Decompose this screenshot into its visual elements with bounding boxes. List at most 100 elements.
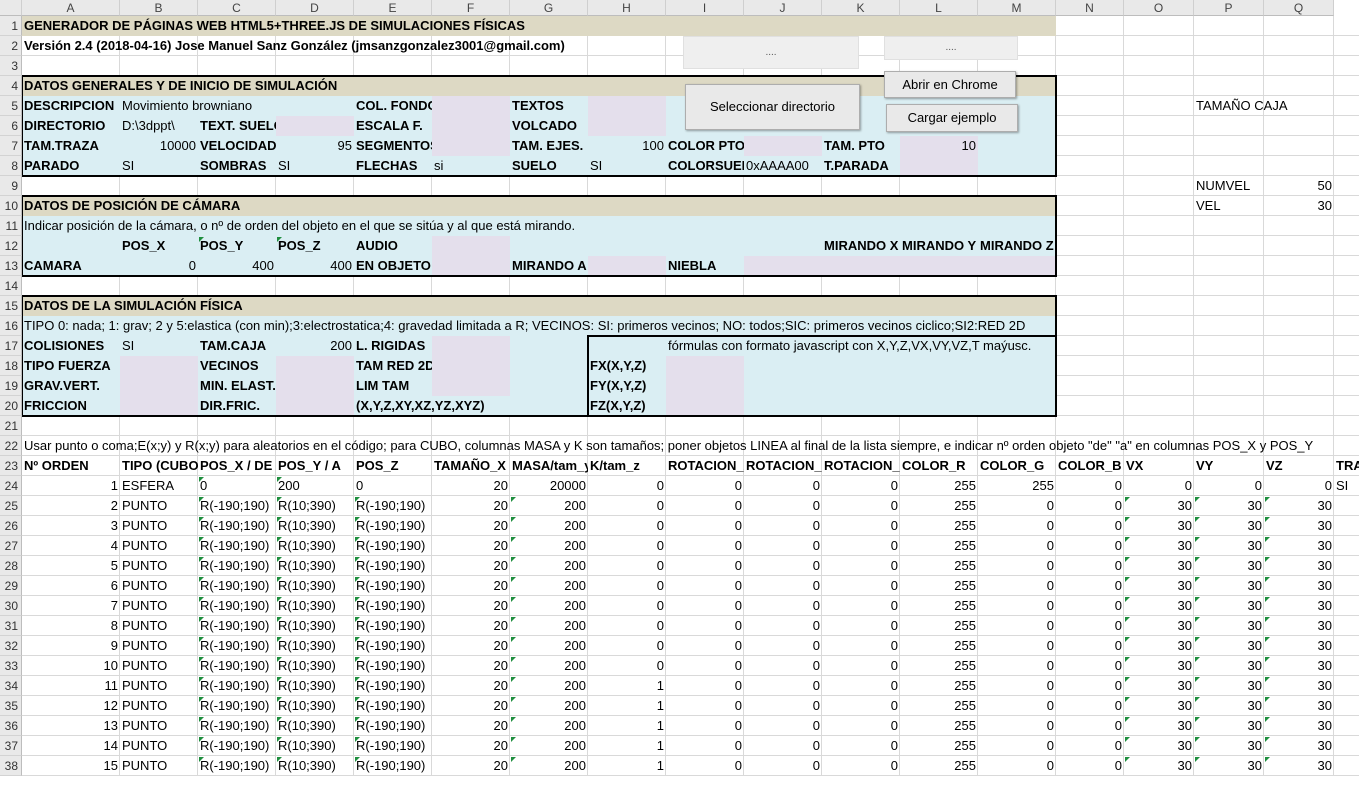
cell-C18[interactable]: VECINOS (198, 356, 276, 376)
table-cell[interactable]: 200 (510, 536, 588, 556)
table-cell[interactable]: 30 (1264, 596, 1334, 616)
row-header-13[interactable]: 13 (0, 256, 22, 276)
cell-G13[interactable]: MIRANDO A (510, 256, 588, 276)
row-header-19[interactable]: 19 (0, 376, 22, 396)
table-cell[interactable]: 30 (1194, 596, 1264, 616)
table-cell[interactable]: 200 (510, 696, 588, 716)
row-header-18[interactable]: 18 (0, 356, 22, 376)
table-cell[interactable]: 0 (666, 676, 744, 696)
table-cell[interactable]: 0 (1056, 516, 1124, 536)
table-cell[interactable]: 0 (1264, 476, 1334, 496)
table-cell[interactable]: R(-190;190) (198, 596, 276, 616)
table-cell[interactable]: 0 (822, 476, 900, 496)
row-header-15[interactable]: 15 (0, 296, 22, 316)
table-cell[interactable]: 0 (666, 696, 744, 716)
table-cell[interactable]: 12 (22, 696, 120, 716)
cell-C12[interactable]: POS_Y (198, 236, 276, 256)
input-cell[interactable] (432, 136, 510, 156)
table-cell[interactable]: 30 (1194, 536, 1264, 556)
input-cell[interactable] (432, 376, 510, 396)
table-cell[interactable]: 200 (510, 556, 588, 576)
table-cell[interactable]: 0 (744, 536, 822, 556)
table-cell[interactable]: 0 (666, 716, 744, 736)
table-cell[interactable]: 0 (588, 576, 666, 596)
cell-I23[interactable]: ROTACION_X (666, 456, 744, 476)
column-header-A[interactable]: A (22, 0, 120, 16)
table-cell[interactable]: ESFERA (120, 476, 198, 496)
table-cell[interactable]: 20000 (510, 476, 588, 496)
table-cell[interactable]: PUNTO (120, 716, 198, 736)
table-cell[interactable]: 1 (588, 696, 666, 716)
row-header-36[interactable]: 36 (0, 716, 22, 736)
cell-K23[interactable]: ROTACION_Z (822, 456, 900, 476)
cell-J8[interactable]: 0xAAAA00 (744, 156, 822, 176)
cell-K8[interactable]: T.PARADA (822, 156, 900, 176)
table-cell[interactable]: 30 (1194, 696, 1264, 716)
table-cell[interactable]: 30 (1194, 556, 1264, 576)
cell-Q9[interactable]: 50 (1264, 176, 1334, 196)
table-cell[interactable]: 30 (1124, 636, 1194, 656)
cell-I8[interactable]: COLORSUELO (666, 156, 744, 176)
input-cell[interactable] (120, 396, 198, 416)
table-cell[interactable]: R(-190;190) (198, 656, 276, 676)
cell-C17[interactable]: TAM.CAJA (198, 336, 276, 356)
table-cell[interactable]: 20 (432, 556, 510, 576)
table-cell[interactable]: 0 (744, 696, 822, 716)
table-cell[interactable]: 255 (900, 756, 978, 776)
input-cell[interactable] (744, 256, 822, 276)
input-cell[interactable] (900, 256, 978, 276)
table-cell[interactable]: 30 (1194, 576, 1264, 596)
table-cell[interactable]: 30 (1124, 656, 1194, 676)
table-cell[interactable]: 0 (1056, 736, 1124, 756)
table-cell[interactable]: PUNTO (120, 736, 198, 756)
table-cell[interactable]: 20 (432, 616, 510, 636)
table-cell[interactable]: 255 (900, 736, 978, 756)
table-cell[interactable]: 0 (666, 496, 744, 516)
column-header-C[interactable]: C (198, 0, 276, 16)
table-cell[interactable]: 255 (978, 476, 1056, 496)
table-cell[interactable] (1334, 696, 1359, 716)
cell-D7[interactable]: 95 (276, 136, 354, 156)
table-cell[interactable]: 0 (978, 696, 1056, 716)
row-header-1[interactable]: 1 (0, 16, 22, 36)
table-cell[interactable]: PUNTO (120, 636, 198, 656)
cell-B7[interactable]: 10000 (120, 136, 198, 156)
table-cell[interactable]: 30 (1124, 676, 1194, 696)
table-cell[interactable]: 6 (22, 576, 120, 596)
cell-E20[interactable]: (X,Y,Z,XY,XZ,YZ,XYZ) (354, 396, 1359, 416)
table-cell[interactable]: 0 (744, 736, 822, 756)
table-cell[interactable]: 200 (510, 756, 588, 776)
table-cell[interactable]: 0 (744, 496, 822, 516)
table-cell[interactable]: 0 (666, 536, 744, 556)
table-cell[interactable]: 0 (666, 556, 744, 576)
cell-G8[interactable]: SUELO (510, 156, 588, 176)
table-cell[interactable] (1334, 616, 1359, 636)
input-cell[interactable] (666, 376, 744, 396)
table-cell[interactable]: R(10;390) (276, 536, 354, 556)
input-cell[interactable] (120, 356, 198, 376)
column-header-E[interactable]: E (354, 0, 432, 16)
cell-Q23[interactable]: VZ (1264, 456, 1334, 476)
input-cell[interactable] (900, 156, 978, 176)
cell-M12[interactable]: MIRANDO Z (978, 236, 1056, 256)
cell-A15[interactable]: DATOS DE LA SIMULACIÓN FÍSICA (22, 296, 1359, 316)
table-cell[interactable]: 11 (22, 676, 120, 696)
table-cell[interactable]: 30 (1194, 656, 1264, 676)
table-cell[interactable]: 30 (1194, 496, 1264, 516)
table-cell[interactable]: R(-190;190) (198, 716, 276, 736)
table-cell[interactable]: 255 (900, 696, 978, 716)
input-cell[interactable] (588, 116, 666, 136)
table-cell[interactable]: 255 (900, 616, 978, 636)
cell-C8[interactable]: SOMBRAS (198, 156, 276, 176)
input-cell[interactable] (276, 396, 354, 416)
table-cell[interactable]: 200 (510, 496, 588, 516)
cell-A11[interactable]: Indicar posición de la cámara, o nº de o… (22, 216, 1359, 236)
table-cell[interactable]: 30 (1264, 696, 1334, 716)
cell-L7[interactable]: 10 (900, 136, 978, 156)
row-header-30[interactable]: 30 (0, 596, 22, 616)
table-cell[interactable]: R(-190;190) (198, 756, 276, 776)
table-cell[interactable]: 30 (1194, 756, 1264, 776)
cell-D8[interactable]: SI (276, 156, 354, 176)
table-cell[interactable]: R(-190;190) (198, 636, 276, 656)
row-header-21[interactable]: 21 (0, 416, 22, 436)
